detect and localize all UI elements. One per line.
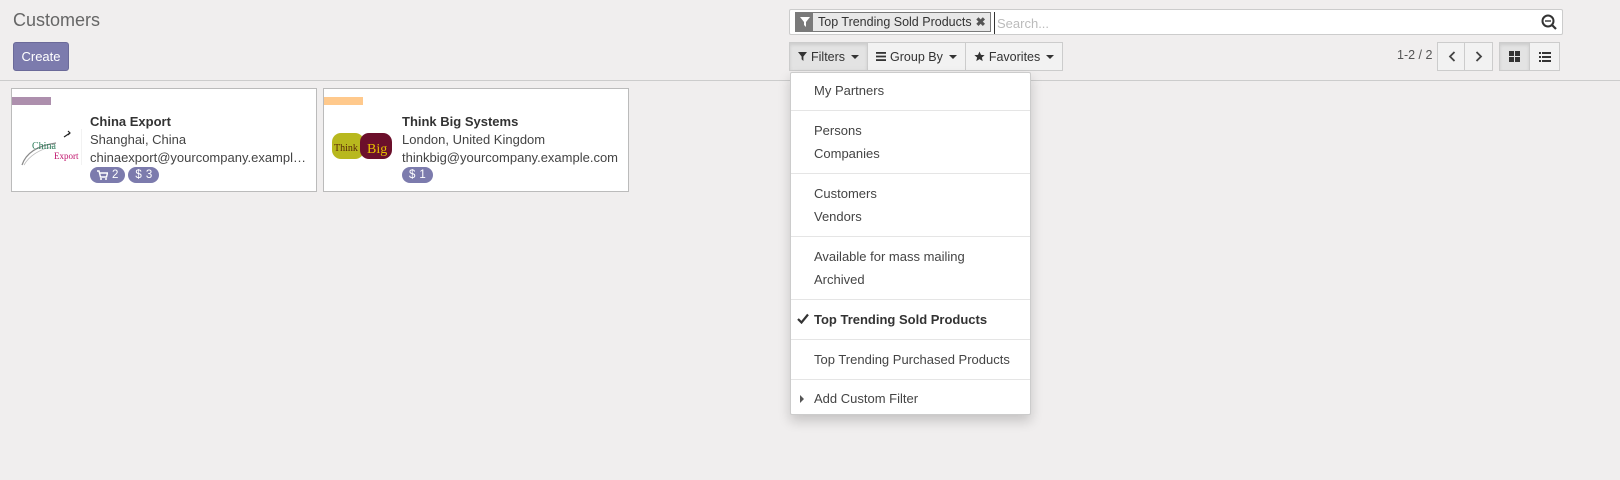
star-icon — [974, 51, 985, 62]
filter-item-my-partners[interactable]: My Partners — [814, 83, 884, 98]
filters-dropdown-menu: My Partners Persons Companies Customers … — [790, 72, 1031, 415]
filter-item-companies[interactable]: Companies — [814, 146, 880, 161]
search-bar: Top Trending Sold Products ✖ — [789, 9, 1563, 35]
invoice-count: 3 — [145, 169, 153, 181]
svg-text:Export: Export — [54, 151, 79, 161]
kanban-card[interactable]: Think Big Think Big Systems London, Unit… — [323, 88, 629, 192]
list-view-button[interactable] — [1529, 42, 1560, 71]
invoice-count: 1 — [419, 169, 426, 181]
company-logo: Think Big — [330, 125, 394, 169]
caret-down-icon — [948, 54, 957, 59]
menu-divider — [791, 173, 1030, 174]
company-logo: China Export — [18, 125, 83, 169]
groupby-button[interactable]: Group By — [867, 42, 966, 71]
filter-item-vendors[interactable]: Vendors — [814, 209, 862, 224]
pager-previous-button[interactable] — [1437, 42, 1466, 71]
filter-item-customers[interactable]: Customers — [814, 186, 877, 201]
grid-icon — [1509, 51, 1520, 62]
filter-item-mass-mailing[interactable]: Available for mass mailing — [814, 249, 965, 264]
groupby-label: Group By — [890, 49, 943, 64]
card-email: thinkbig@yourcompany.example.com — [402, 150, 618, 165]
menu-divider — [791, 339, 1030, 340]
search-icon[interactable] — [1540, 13, 1558, 31]
card-location: Shanghai, China — [90, 132, 187, 147]
filters-label: Filters — [811, 49, 846, 64]
list-icon — [1538, 51, 1551, 62]
filter-icon — [798, 52, 807, 61]
chevron-right-icon — [1475, 51, 1482, 62]
card-email: chinaexport@yourcompany.example.com — [90, 150, 310, 165]
bars-icon — [876, 52, 887, 61]
favorites-label: Favorites — [988, 49, 1041, 64]
page-title: Customers — [13, 10, 101, 30]
card-color-tag — [324, 97, 363, 105]
search-facet: Top Trending Sold Products ✖ — [795, 12, 991, 32]
menu-divider — [791, 110, 1030, 111]
card-badges: $ 1 — [402, 167, 436, 183]
facet-remove-icon[interactable]: ✖ — [976, 13, 990, 31]
card-name: China Export — [90, 114, 171, 129]
favorites-button[interactable]: Favorites — [964, 42, 1064, 71]
card-name: Think Big Systems — [402, 114, 519, 129]
svg-text:China: China — [32, 141, 56, 152]
card-location: London, United Kingdom — [402, 132, 546, 147]
create-button[interactable]: Create — [13, 42, 69, 71]
sales-badge[interactable]: 2 — [90, 167, 126, 183]
dollar-icon: $ — [409, 169, 416, 181]
add-custom-filter[interactable]: Add Custom Filter — [814, 391, 918, 406]
card-color-tag — [12, 97, 51, 105]
search-input[interactable] — [994, 12, 1539, 34]
invoice-badge[interactable]: $ 3 — [128, 167, 160, 183]
kanban-view-button[interactable] — [1499, 42, 1530, 71]
caret-right-icon — [800, 395, 804, 403]
invoice-badge[interactable]: $ 1 — [402, 167, 433, 183]
filter-icon — [796, 13, 813, 31]
caret-down-icon — [1046, 54, 1055, 59]
checkmark-icon — [797, 313, 809, 324]
pager-next-button[interactable] — [1464, 42, 1493, 71]
filter-item-archived[interactable]: Archived — [814, 272, 865, 287]
filter-item-top-trending-sold[interactable]: Top Trending Sold Products — [814, 312, 987, 327]
pager-value[interactable]: 1-2 / 2 — [1397, 48, 1432, 62]
filter-item-persons[interactable]: Persons — [814, 123, 862, 138]
dollar-icon: $ — [135, 169, 142, 181]
svg-text:Think: Think — [334, 143, 358, 154]
sales-count: 2 — [112, 169, 119, 181]
kanban-card[interactable]: China Export China Export Shanghai, Chin… — [11, 88, 317, 192]
search-options: Filters Group By Favorites — [789, 42, 1064, 71]
card-badges: 2 $ 3 — [90, 167, 162, 183]
svg-text:Big: Big — [367, 142, 387, 157]
menu-divider — [791, 379, 1030, 380]
search-facet-label: Top Trending Sold Products — [818, 15, 972, 29]
menu-divider — [791, 299, 1030, 300]
menu-divider — [791, 236, 1030, 237]
cart-icon — [97, 170, 108, 180]
filter-item-top-trending-purchased[interactable]: Top Trending Purchased Products — [814, 352, 1010, 367]
chevron-left-icon — [1448, 51, 1455, 62]
filters-button[interactable]: Filters — [789, 42, 869, 71]
caret-down-icon — [851, 54, 860, 59]
